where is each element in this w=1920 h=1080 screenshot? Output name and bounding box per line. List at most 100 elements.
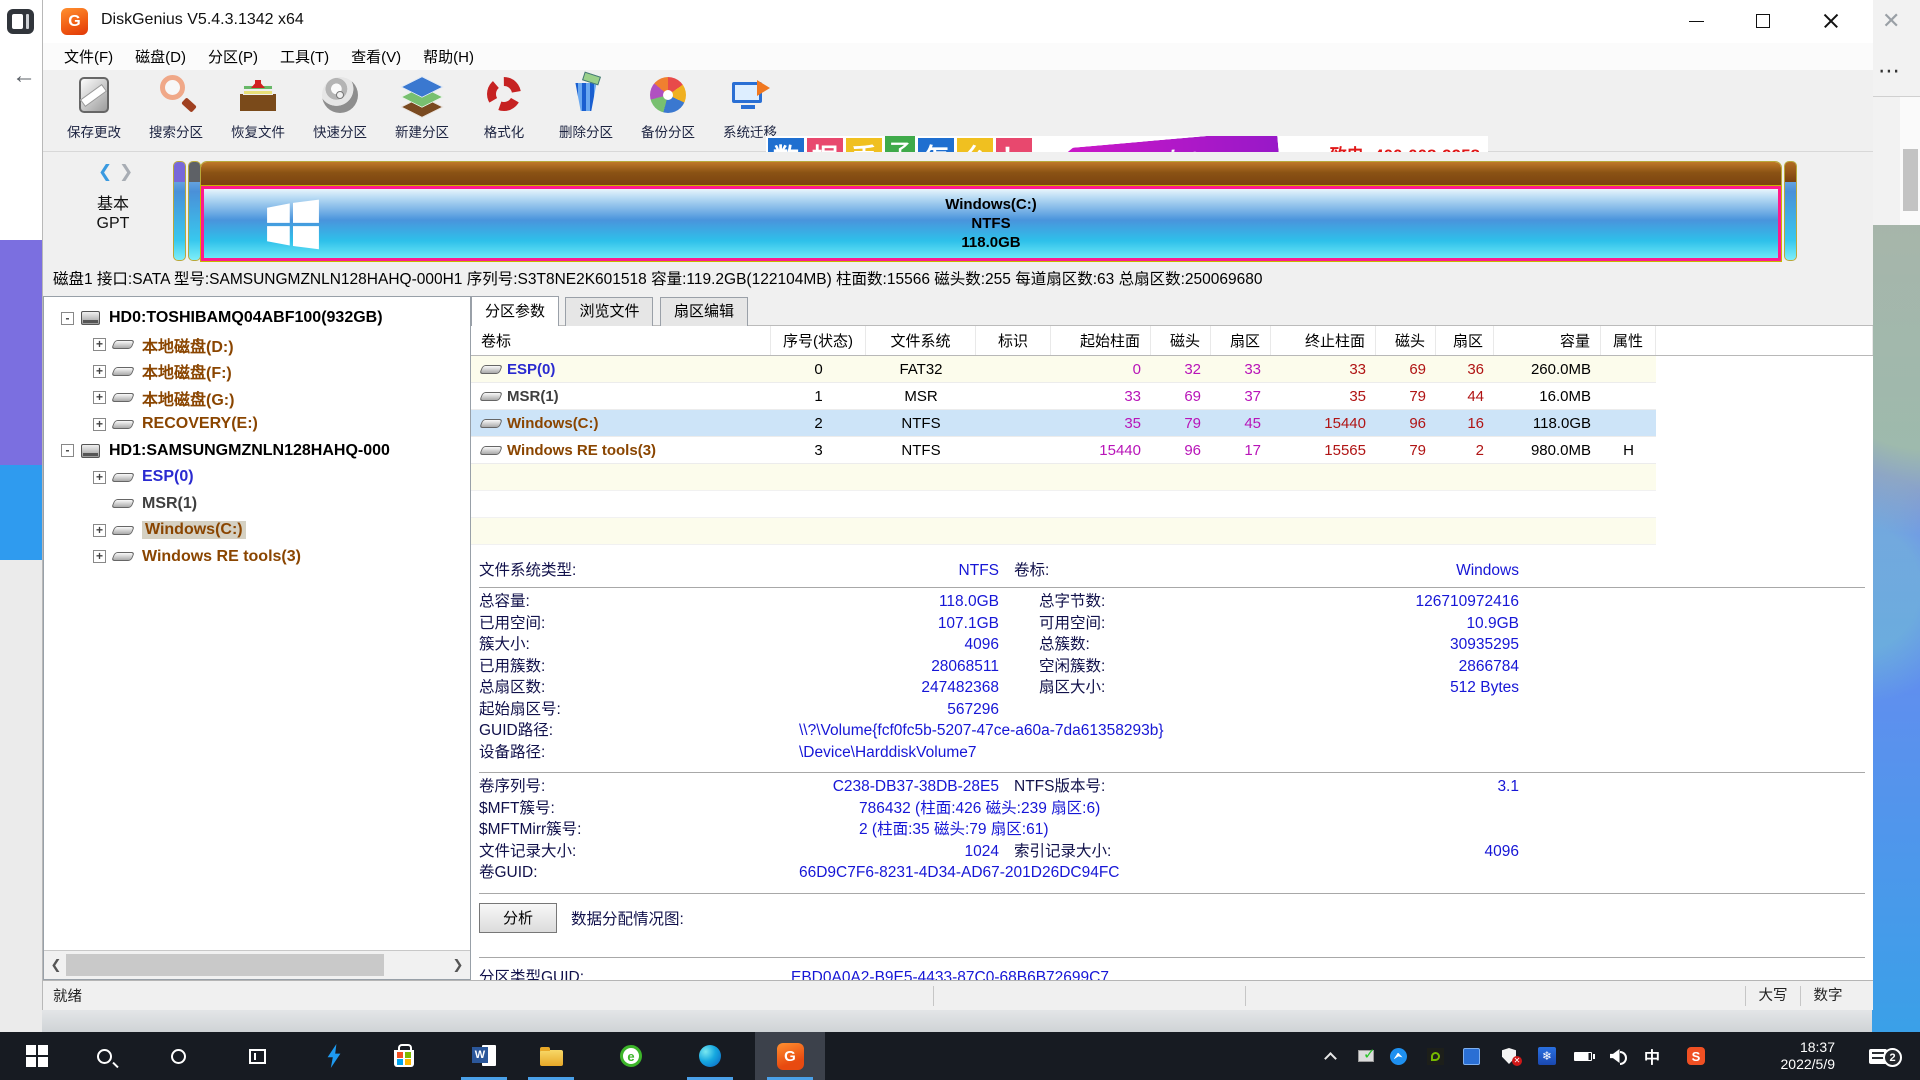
menu-partition[interactable]: 分区(P)	[197, 46, 269, 67]
taskbar-app-store[interactable]	[380, 1032, 428, 1080]
tree-item-hd1[interactable]: - HD1:SAMSUNGMZNLN128HAHQ-000	[44, 438, 470, 465]
volume-icon	[111, 420, 135, 429]
expand-icon[interactable]: +	[93, 418, 106, 431]
tray-app-blue[interactable]	[1383, 1032, 1413, 1080]
tree-item-label: HD1:SAMSUNGMZNLN128HAHQ-000	[109, 442, 390, 460]
tab-browse-files[interactable]: 浏览文件	[565, 297, 653, 326]
start-button[interactable]	[13, 1032, 61, 1080]
toolbar-new-partition[interactable]: 新建分区	[381, 73, 463, 149]
close-button[interactable]	[1805, 0, 1857, 42]
browser-e-icon: e	[620, 1045, 642, 1067]
tree-horizontal-scrollbar[interactable]: ❮ ❯	[44, 950, 470, 979]
task-view-button[interactable]	[233, 1032, 281, 1080]
scroll-left-icon[interactable]: ❮	[44, 951, 68, 979]
tray-volume[interactable]	[1602, 1032, 1632, 1080]
speaker-icon	[1610, 1049, 1625, 1063]
tray-power[interactable]	[1568, 1032, 1598, 1080]
tree-item-label: Windows RE tools(3)	[142, 548, 301, 566]
toolbar-quick-partition[interactable]: 快速分区	[299, 73, 381, 149]
partition-bar-esp[interactable]	[174, 162, 185, 260]
tray-snowflake-app[interactable]: ❄	[1532, 1032, 1562, 1080]
tray-ime-indicator[interactable]: 中	[1637, 1032, 1667, 1080]
expand-icon[interactable]: +	[93, 524, 106, 537]
taskbar-app-edge[interactable]	[686, 1032, 734, 1080]
tree-item-local-g[interactable]: + 本地磁盘(G:)	[44, 385, 470, 412]
maximize-button[interactable]	[1737, 0, 1789, 42]
collapse-icon[interactable]: -	[61, 444, 74, 457]
folder-icon	[540, 1050, 563, 1066]
partition-bar-re-tools[interactable]	[1785, 162, 1796, 260]
tray-nvidia[interactable]	[1420, 1032, 1450, 1080]
diskgenius-window: G DiskGenius V5.4.3.1342 x64 文件(F) 磁盘(D)…	[42, 0, 1872, 1010]
tree-item-windows-re[interactable]: + Windows RE tools(3)	[44, 544, 470, 571]
expand-icon[interactable]: +	[93, 391, 106, 404]
tree-item-msr[interactable]: MSR(1)	[44, 491, 470, 518]
collapse-icon[interactable]: -	[61, 312, 74, 325]
toolbar-recover-files[interactable]: 恢复文件	[217, 73, 299, 149]
tree-item-esp[interactable]: + ESP(0)	[44, 464, 470, 491]
prev-disk-icon[interactable]: ❮	[98, 162, 112, 182]
tab-partition-params[interactable]: 分区参数	[471, 296, 559, 328]
table-row-esp[interactable]: ESP(0) 0FAT32 03233 336936 260.0MB	[471, 356, 1656, 383]
taskbar-clock[interactable]: 18:37 2022/5/9	[1735, 1032, 1835, 1080]
tab-sector-edit[interactable]: 扇区编辑	[660, 297, 748, 326]
expand-icon[interactable]: +	[93, 365, 106, 378]
analyze-button[interactable]: 分析	[479, 903, 557, 933]
toolbar-format[interactable]: 格式化	[463, 73, 545, 149]
background-window-right: ✕ ⋯	[1872, 0, 1920, 1032]
taskbar: W e G ✓ ✕ ❄ 中 S 18:37 2022/5/9 2	[0, 1032, 1920, 1080]
taskbar-app-explorer[interactable]	[527, 1032, 575, 1080]
word-icon: W	[472, 1044, 496, 1068]
scrollbar-thumb[interactable]	[66, 954, 384, 976]
partition-type-guid-label: 分区类型GUID:	[479, 967, 791, 981]
tray-sogou[interactable]: S	[1681, 1032, 1711, 1080]
partition-bar-windows-c[interactable]: Windows(C:) NTFS 118.0GB	[201, 186, 1781, 261]
tray-defender[interactable]: ✕	[1494, 1032, 1524, 1080]
toolbar-delete-partition[interactable]: 删除分区	[545, 73, 627, 149]
notification-center-button[interactable]: 2	[1848, 1032, 1908, 1080]
tree-item-label: 本地磁盘(F:)	[142, 359, 232, 383]
table-row-windows-c-selected[interactable]: Windows(C:) 2NTFS 357945 154409616 118.0…	[471, 410, 1656, 437]
wallpaper	[1872, 225, 1920, 1032]
desktop-gap-strip	[42, 1010, 1872, 1032]
back-arrow-icon[interactable]: ←	[12, 62, 36, 90]
tree-item-hd0[interactable]: - HD0:TOSHIBAMQ04ABF100(932GB)	[44, 305, 470, 332]
tree-item-local-d[interactable]: + 本地磁盘(D:)	[44, 332, 470, 359]
taskbar-search[interactable]	[80, 1032, 128, 1080]
taskbar-app-diskgenius-active[interactable]: G	[755, 1032, 825, 1080]
taskbar-app-browser[interactable]: e	[607, 1032, 655, 1080]
toolbar-search-partition[interactable]: 搜索分区	[135, 73, 217, 149]
expand-icon[interactable]: +	[93, 550, 106, 563]
tray-show-hidden[interactable]	[1315, 1032, 1345, 1080]
menu-tools[interactable]: 工具(T)	[269, 46, 340, 67]
taskbar-app-flash[interactable]	[310, 1032, 358, 1080]
tray-intel-graphics[interactable]	[1456, 1032, 1486, 1080]
tree-item-local-f[interactable]: + 本地磁盘(F:)	[44, 358, 470, 385]
format-icon	[481, 73, 527, 119]
disk-scheme-label: GPT	[71, 215, 155, 233]
table-row-windows-re[interactable]: Windows RE tools(3) 3NTFS 154409617 1556…	[471, 437, 1656, 464]
expand-icon[interactable]: +	[93, 338, 106, 351]
tree-item-recovery-e[interactable]: + RECOVERY(E:)	[44, 411, 470, 438]
toolbar-backup-partition[interactable]: 备份分区	[627, 73, 709, 149]
menu-help[interactable]: 帮助(H)	[412, 46, 485, 67]
table-row-msr[interactable]: MSR(1) 1MSR 336937 357944 16.0MB	[471, 383, 1656, 410]
tree-item-windows-c[interactable]: + Windows(C:)	[44, 517, 470, 544]
background-gray-strip	[0, 560, 42, 1032]
tray-printer[interactable]: ✓	[1351, 1032, 1381, 1080]
save-icon	[71, 73, 117, 119]
menu-disk[interactable]: 磁盘(D)	[124, 46, 197, 67]
menu-view[interactable]: 查看(V)	[340, 46, 412, 67]
toolbar-save-changes[interactable]: 保存更改	[53, 73, 135, 149]
minimize-button[interactable]	[1670, 0, 1722, 42]
taskbar-cortana[interactable]	[154, 1032, 202, 1080]
next-disk-icon[interactable]: ❯	[119, 162, 133, 182]
chevron-up-icon	[1324, 1052, 1337, 1065]
menu-file[interactable]: 文件(F)	[53, 46, 124, 67]
search-icon	[97, 1049, 112, 1064]
scroll-right-icon[interactable]: ❯	[446, 951, 470, 979]
partition-bar-msr[interactable]	[189, 162, 200, 260]
expand-icon[interactable]: +	[93, 471, 106, 484]
taskbar-app-word[interactable]: W	[460, 1032, 508, 1080]
volume-icon	[479, 392, 503, 401]
